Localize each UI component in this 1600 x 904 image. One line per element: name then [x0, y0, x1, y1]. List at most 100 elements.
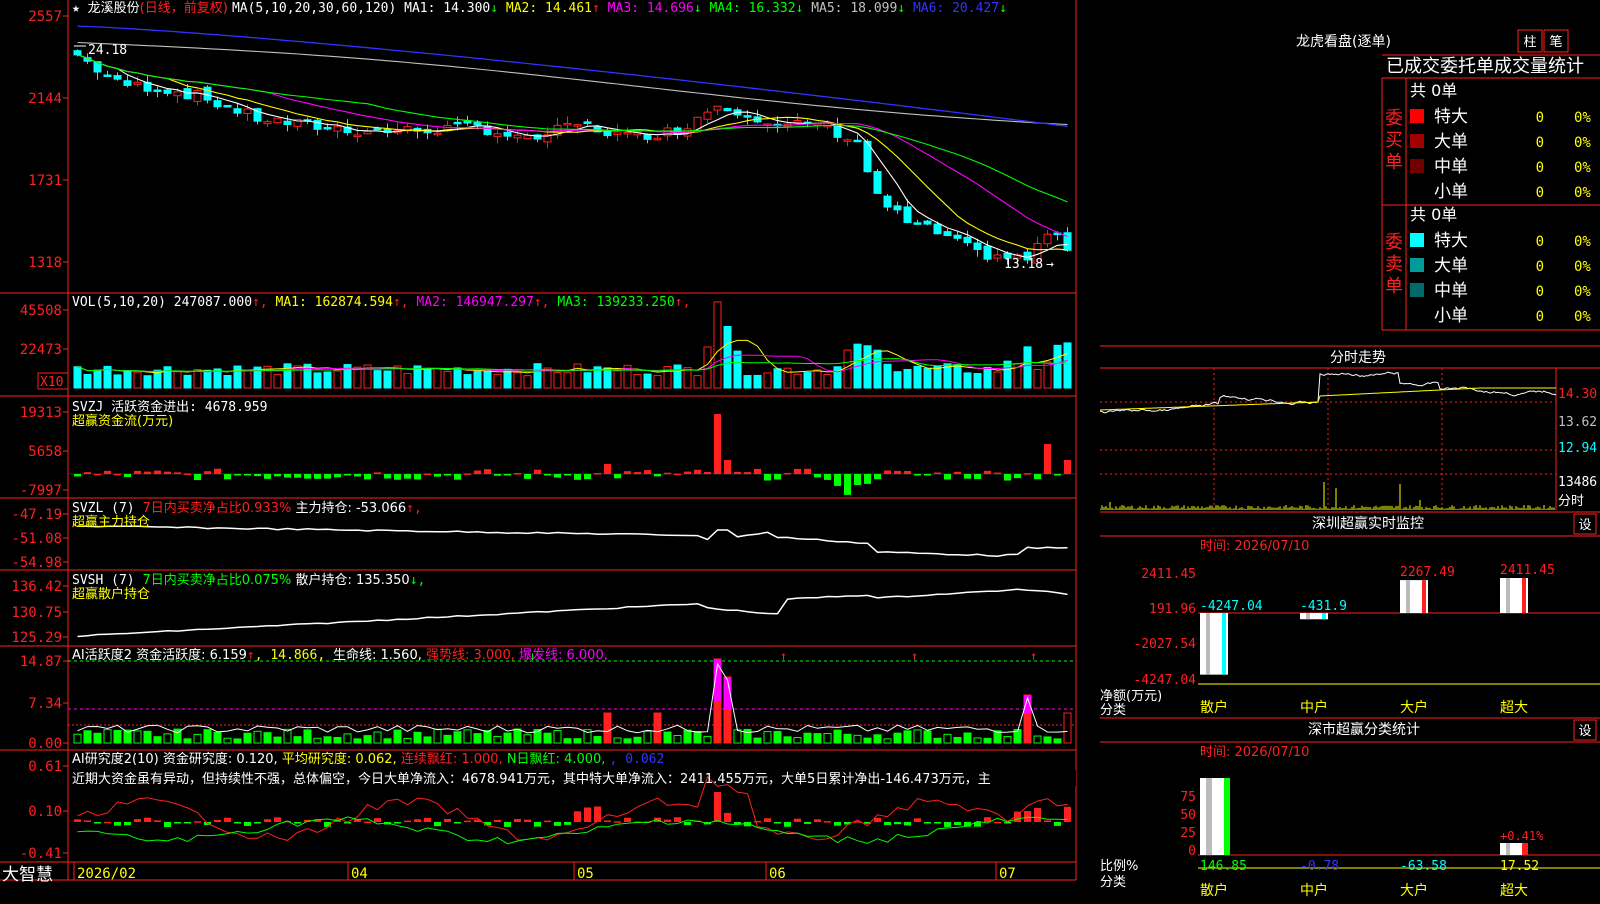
header-span: 龙溪股份 — [88, 1, 140, 16]
volume-bar — [1003, 360, 1012, 389]
research-bar — [924, 822, 931, 824]
money-flow-bar — [454, 474, 461, 480]
research-bar — [904, 822, 911, 826]
class-category: 散户 — [1200, 882, 1228, 899]
money-flow-bar — [694, 469, 701, 474]
research-bar — [84, 820, 91, 822]
kline-chart[interactable]: 2557 2144 1731 1318 45508 22473 19313 5658 -7997… — [0, 0, 1100, 900]
activity-bar — [113, 729, 122, 744]
header-span: 7日内买卖净占比0.933% — [142, 500, 295, 516]
header-span: ↓ — [796, 1, 812, 16]
money-flow-bar — [374, 472, 381, 474]
header-span: VOL(5,10,20) — [72, 295, 174, 310]
money-flow-bar — [924, 474, 931, 476]
dragon-panel-title: 龙虎看盘(逐单) — [1296, 33, 1391, 50]
money-flow-bar — [414, 474, 421, 480]
candle-body — [793, 120, 802, 124]
class-value: -63.58 — [1400, 859, 1447, 874]
money-flow-bar — [234, 474, 241, 476]
order-pct: 0% — [1574, 160, 1591, 176]
research-bar — [134, 819, 141, 822]
money-flow-bar — [994, 472, 1001, 475]
ma-line-6 — [77, 25, 1068, 128]
activity-line — [77, 662, 1068, 734]
monitor-bar-4 — [1500, 578, 1528, 613]
money-flow-bar — [114, 473, 121, 476]
volume-bar — [883, 363, 892, 389]
activity-bar — [133, 730, 142, 744]
monitor-bar-edge — [1222, 613, 1226, 675]
money-flow-bar — [624, 471, 631, 474]
volume-bar — [73, 366, 82, 389]
main-chart-area[interactable]: 2557 2144 1731 1318 45508 22473 19313 5658 -7997… — [0, 0, 1100, 900]
order-color-swatch — [1410, 134, 1424, 148]
activity-bar — [823, 733, 832, 744]
volume-bar — [643, 373, 652, 389]
volume-bar — [323, 371, 332, 389]
candle-body — [113, 75, 122, 80]
order-pct: 0% — [1574, 309, 1591, 325]
research-bar — [154, 820, 161, 822]
monitor-category: 超大 — [1500, 700, 1528, 716]
money-flow-bar — [844, 474, 851, 495]
money-flow-bar — [1034, 474, 1041, 480]
activity-bar — [473, 733, 482, 744]
research-bar — [1044, 820, 1051, 822]
candle-body — [963, 236, 972, 244]
activity-bar — [513, 728, 522, 744]
research-bar — [874, 817, 881, 822]
research-bar — [264, 819, 271, 822]
money-flow-bar — [964, 474, 971, 479]
money-flow-bar — [954, 471, 961, 474]
activity-bar — [663, 731, 672, 744]
buy-label: 委买单 — [1385, 108, 1403, 173]
class-category: 超大 — [1500, 883, 1528, 899]
volume-bar — [983, 366, 992, 389]
research-bar — [234, 822, 241, 824]
research-bar — [564, 822, 571, 825]
y-tick-label: -54.98 — [11, 555, 62, 571]
order-type-label: 中单 — [1434, 157, 1468, 177]
activity-bar — [913, 729, 922, 744]
research-bar — [444, 818, 451, 822]
y-tick-label: -47.19 — [11, 507, 62, 523]
header-span: MA2: — [416, 295, 455, 310]
research-bar — [94, 822, 101, 824]
header-span: MA2: — [506, 1, 545, 16]
candle-body — [843, 139, 852, 142]
buy-label-char: 委 — [1385, 108, 1403, 129]
research-bar — [614, 821, 621, 823]
money-flow-bar — [904, 470, 911, 474]
activity-bar — [1003, 736, 1012, 744]
research-bar — [794, 818, 801, 822]
ma-line-5 — [77, 41, 1068, 126]
y-tick-label: 19313 — [20, 405, 62, 421]
y-tick-label: 45508 — [20, 303, 62, 319]
candle-body — [873, 171, 882, 194]
volume-bar — [1023, 346, 1032, 389]
money-flow-bar — [444, 474, 451, 476]
money-flow-bar — [494, 474, 501, 476]
volume-bar — [693, 375, 702, 389]
volume-bar — [753, 374, 762, 389]
activity-bar — [363, 735, 372, 744]
monitor-bar-value: -431.9 — [1300, 599, 1347, 614]
activity-bar — [783, 736, 792, 744]
activity-bar — [773, 731, 782, 744]
y-tick-label: 130.75 — [11, 605, 62, 621]
sell-label-char: 卖 — [1385, 254, 1403, 275]
volume-bar — [333, 370, 342, 389]
research-bar — [244, 822, 251, 826]
header-span: MA1: — [404, 1, 443, 16]
candle-body — [173, 91, 182, 97]
monitor-bar-3 — [1400, 580, 1428, 613]
ma-line-4 — [77, 54, 1068, 203]
header-span: ↓ — [694, 1, 710, 16]
activity-bar — [403, 738, 412, 744]
volume-bar — [163, 366, 172, 389]
candle-body — [133, 81, 142, 85]
activity-bar — [263, 732, 272, 744]
research-bar — [114, 822, 121, 826]
monitor-category: 散户 — [1200, 699, 1228, 716]
activity-bar — [493, 735, 502, 744]
